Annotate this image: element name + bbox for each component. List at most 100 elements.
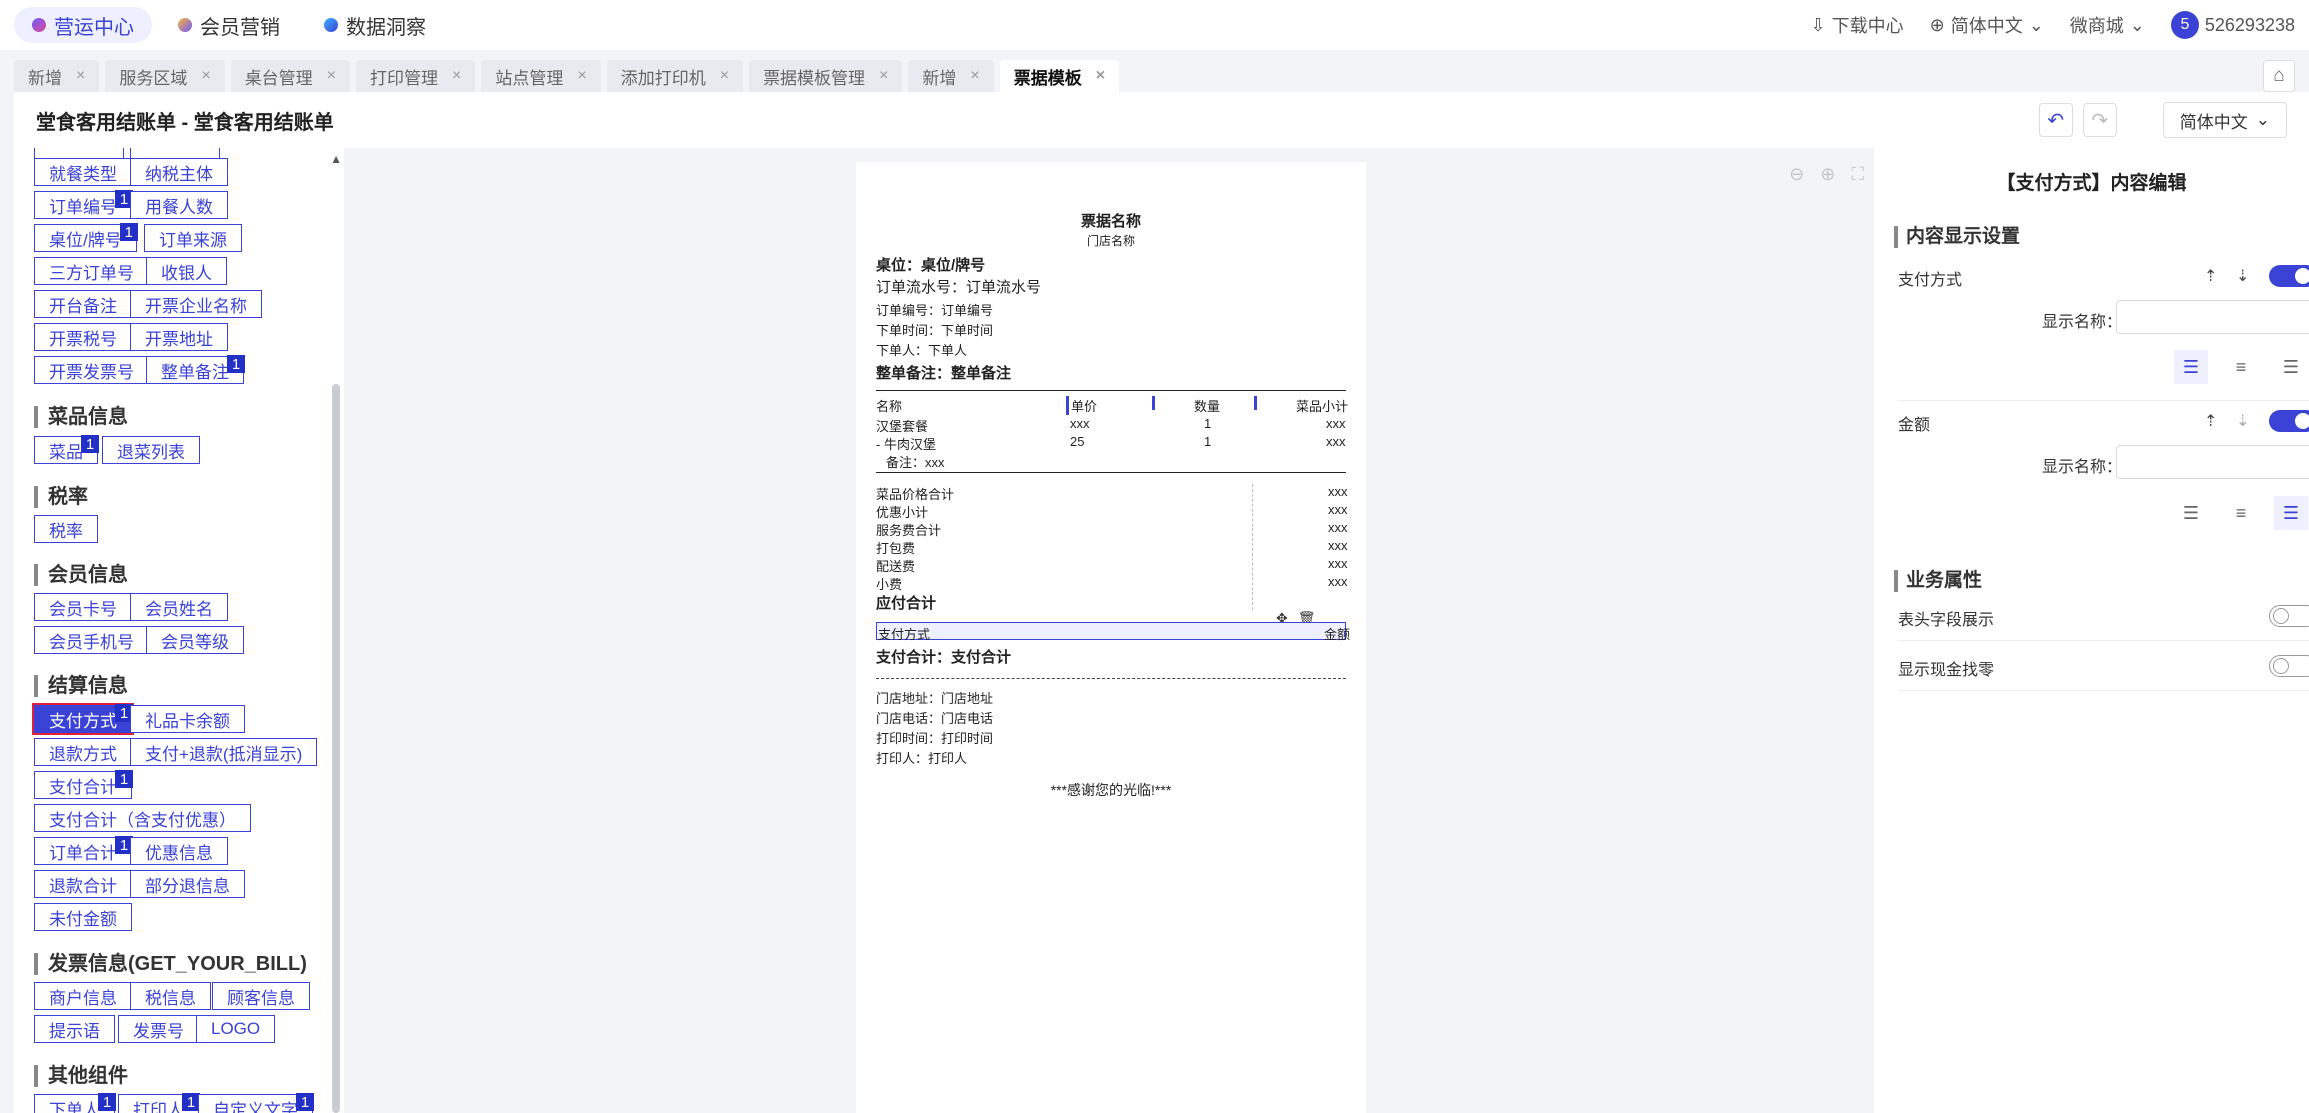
sort-down-icon[interactable]: ⇣ (2236, 266, 2249, 286)
receipt-order-note[interactable]: 整单备注：整单备注 (876, 362, 1011, 383)
close-icon[interactable]: × (452, 67, 461, 85)
close-icon[interactable]: × (577, 67, 586, 85)
chip-cashier[interactable]: 收银人 (146, 257, 227, 285)
align-center-icon[interactable]: ≡ (2224, 350, 2258, 384)
align-center-icon[interactable]: ≡ (2224, 496, 2258, 530)
receipt-printer[interactable]: 打印人：打印人 (876, 748, 967, 767)
align-right-icon[interactable]: ☰ (2274, 496, 2308, 530)
receipt-print-time[interactable]: 打印时间：打印时间 (876, 728, 993, 747)
home-icon[interactable]: ⌂ (2263, 60, 2295, 92)
chip-tax-entity[interactable]: 纳税主体 (130, 158, 228, 186)
summary-value[interactable]: xxx (1328, 574, 1348, 589)
summary-label[interactable]: 打包费 (876, 538, 915, 557)
chip-refund-list[interactable]: 退菜列表 (102, 436, 200, 464)
chip-pay-method[interactable]: 支付方式 1 (34, 704, 133, 733)
close-icon[interactable]: × (1096, 67, 1105, 85)
close-icon[interactable]: × (720, 67, 729, 85)
chip-open-note[interactable]: 开台备注 (34, 290, 132, 318)
sort-up-icon[interactable]: ⇡ (2204, 266, 2217, 286)
pay-method-visible-toggle[interactable] (2269, 265, 2309, 287)
chip-table-no[interactable]: 桌位/牌号 1 (34, 223, 138, 252)
chip-partial-refund[interactable]: 部分退信息 (130, 870, 245, 898)
account-menu[interactable]: 5 526293238 (2170, 11, 2295, 39)
tab-service-area[interactable]: 服务区域 × (105, 60, 225, 92)
redo-icon[interactable]: ↷ (2082, 103, 2117, 137)
chip-invoice-no[interactable]: 开票发票号 (34, 356, 149, 384)
tab-site-management[interactable]: 站点管理 × (481, 60, 601, 92)
tab-add-1[interactable]: 新增 × (14, 60, 100, 92)
chip-customer-info[interactable]: 顾客信息 (212, 982, 310, 1010)
summary-label[interactable]: 配送费 (876, 556, 915, 575)
chip-member-card[interactable]: 会员卡号 (34, 593, 132, 621)
item-price[interactable]: 25 (1070, 434, 1084, 449)
chip-order-no[interactable]: 订单编号 1 (34, 190, 133, 219)
receipt-order-no[interactable]: 订单编号：订单编号 (876, 300, 993, 319)
chip-discount-info[interactable]: 优惠信息 (130, 837, 228, 865)
chip-third-order[interactable]: 三方订单号 (34, 257, 149, 285)
receipt-thanks[interactable]: ***感谢您的光临!*** (856, 780, 1366, 800)
col-qty[interactable]: 数量 (1194, 396, 1220, 415)
summary-label[interactable]: 服务费合计 (876, 520, 941, 539)
chip-pay-total-discount[interactable]: 支付合计（含支付优惠） (34, 804, 251, 832)
store-select[interactable]: 微商城 ⌄ (2070, 12, 2145, 38)
col-price[interactable]: 单价 (1066, 396, 1097, 415)
sort-up-icon[interactable]: ⇡ (2204, 411, 2217, 431)
chip-unpaid[interactable]: 未付金额 (34, 903, 132, 931)
item-subtotal[interactable]: xxx (1326, 416, 1346, 431)
pay-method-display-name-input[interactable] (2116, 300, 2309, 334)
tab-table-management[interactable]: 桌台管理 × (230, 60, 351, 92)
align-right-icon[interactable]: ☰ (2274, 350, 2308, 384)
receipt-paper[interactable]: 票据名称 门店名称 桌位：桌位/牌号 订单流水号：订单流水号 订单编号：订单编号… (856, 162, 1366, 1113)
chip-merchant[interactable]: 商户信息 (34, 982, 132, 1010)
zoom-out-icon[interactable]: ⊖ (1789, 164, 1804, 185)
chip-order-source[interactable]: 订单来源 (144, 224, 242, 252)
summary-value[interactable]: xxx (1328, 502, 1348, 517)
scrollbar[interactable] (332, 384, 340, 1113)
item-name[interactable]: - 牛肉汉堡 (876, 434, 936, 453)
chip-diners[interactable]: 用餐人数 (130, 191, 228, 219)
receipt-title[interactable]: 票据名称 (856, 210, 1366, 231)
chip-meal-type[interactable]: 就餐类型 (34, 158, 132, 186)
chip-pay-refund[interactable]: 支付+退款(抵消显示) (130, 738, 318, 766)
close-icon[interactable]: × (76, 67, 85, 85)
tab-add-printer[interactable]: 添加打印机 × (606, 60, 744, 92)
chip-tip-text[interactable]: 提示语 (34, 1015, 115, 1043)
item-name[interactable]: 汉堡套餐 (876, 416, 928, 435)
sort-down-icon[interactable]: ⇣ (2236, 411, 2249, 431)
nav-data-insight[interactable]: 数据洞察 (306, 7, 444, 43)
summary-value[interactable]: xxx (1328, 538, 1348, 553)
chip-invoice-number[interactable]: 发票号 (118, 1015, 199, 1043)
receipt-order-time[interactable]: 下单时间：下单时间 (876, 320, 993, 339)
col-name[interactable]: 名称 (876, 396, 902, 415)
close-icon[interactable]: × (970, 67, 979, 85)
scroll-up-icon[interactable]: ▲ (330, 152, 342, 166)
summary-label[interactable]: 小费 (876, 574, 902, 593)
align-left-icon[interactable]: ☰ (2174, 350, 2208, 384)
chip-member-level[interactable]: 会员等级 (146, 626, 244, 654)
nav-member-marketing[interactable]: 会员营销 (160, 7, 298, 43)
chip-logo[interactable]: LOGO (196, 1015, 276, 1043)
chip-ordered-by[interactable]: 下单人 1 (34, 1093, 116, 1113)
fullscreen-icon[interactable]: ⛶ (1851, 164, 1864, 185)
chip-printer-person[interactable]: 打印人 1 (118, 1093, 200, 1113)
receipt-pay-total[interactable]: 支付合计：支付合计 (876, 646, 1011, 667)
item-subtotal[interactable]: xxx (1326, 434, 1346, 449)
chip-order-total[interactable]: 订单合计 1 (34, 836, 133, 865)
close-icon[interactable]: × (327, 67, 336, 85)
close-icon[interactable]: × (879, 67, 888, 85)
receipt-order-total[interactable]: 应付合计 (876, 592, 936, 613)
tab-receipt-template[interactable]: 票据模板 × (999, 60, 1120, 92)
chip-refund-total[interactable]: 退款合计 (34, 870, 132, 898)
receipt-ordered-by[interactable]: 下单人：下单人 (876, 340, 967, 359)
receipt-address[interactable]: 门店地址：门店地址 (876, 688, 993, 707)
header-field-toggle[interactable] (2269, 605, 2309, 627)
summary-value[interactable]: xxx (1328, 556, 1348, 571)
chip-member-name[interactable]: 会员姓名 (130, 593, 228, 621)
summary-value[interactable]: xxx (1328, 484, 1348, 499)
chip-refund-method[interactable]: 退款方式 (34, 738, 132, 766)
amount-visible-toggle[interactable] (2269, 410, 2309, 432)
chip-custom-text[interactable]: 自定义文字 1 (198, 1093, 314, 1113)
summary-label[interactable]: 菜品价格合计 (876, 484, 954, 503)
chip-order-note[interactable]: 整单备注 1 (146, 355, 245, 384)
item-qty[interactable]: 1 (1204, 434, 1211, 449)
